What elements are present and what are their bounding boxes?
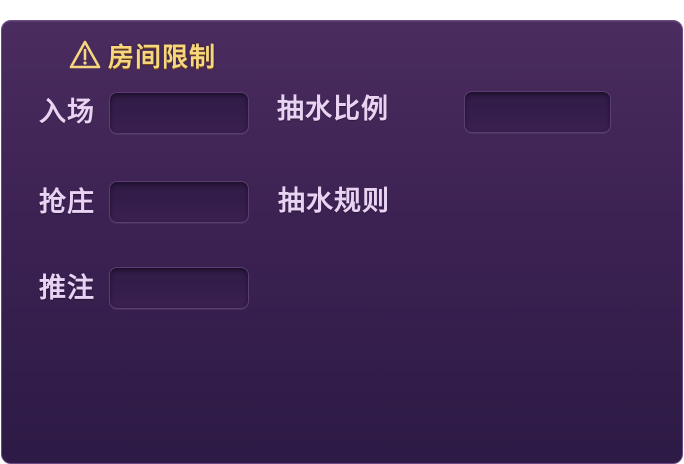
banker-label: 抢庄	[39, 187, 95, 218]
panel-header: 房间限制	[68, 38, 217, 73]
rake-rule-label: 抽水规则	[278, 186, 390, 217]
rake-ratio-input[interactable]	[464, 91, 611, 133]
rake-ratio-label: 抽水比例	[277, 94, 389, 125]
banker-input[interactable]	[109, 181, 249, 223]
entry-input[interactable]	[109, 92, 249, 134]
warning-triangle-icon	[69, 40, 101, 69]
panel-title: 房间限制	[108, 42, 217, 73]
push-bet-label: 推注	[39, 273, 95, 304]
entry-label: 入场	[39, 97, 95, 128]
room-limit-panel: 房间限制 入场 抽水比例 抢庄 抽水规则 推注	[1, 20, 683, 464]
push-bet-input[interactable]	[109, 267, 249, 309]
